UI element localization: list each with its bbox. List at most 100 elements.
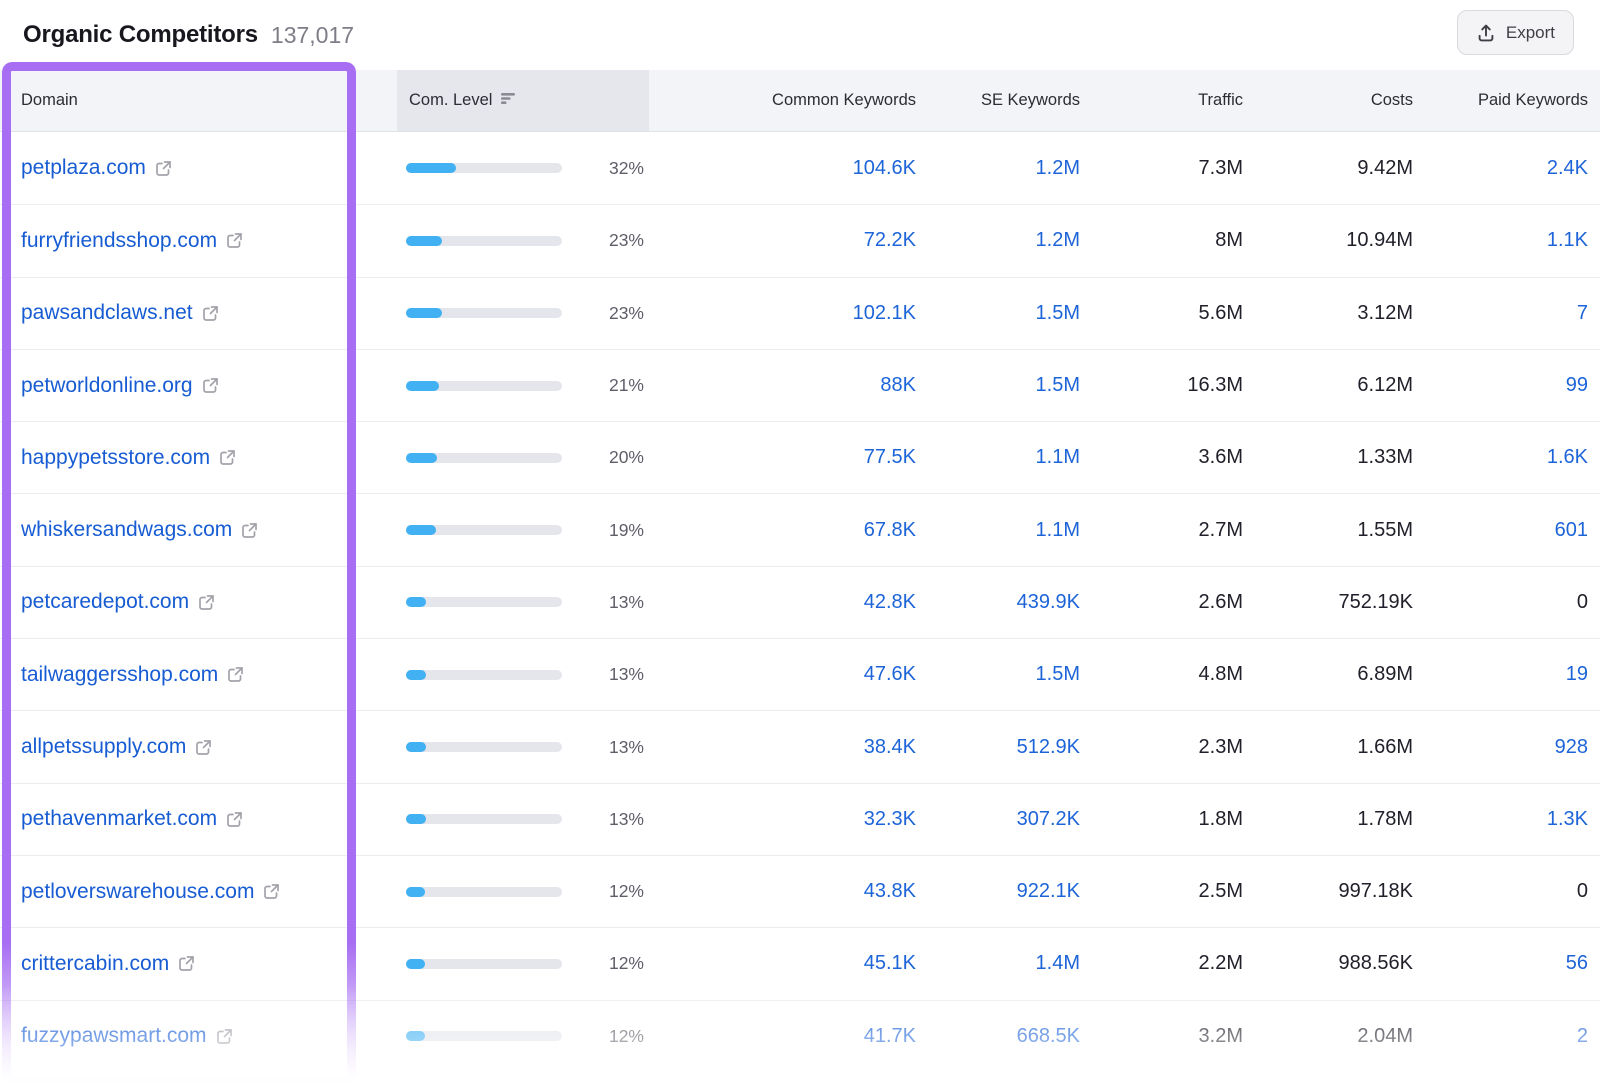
domain-link[interactable]: fuzzypawsmart.com (21, 1024, 207, 1048)
costs-value: 997.18K (1338, 880, 1413, 903)
column-header-se-keywords[interactable]: SE Keywords (916, 70, 1080, 131)
competition-level-bar-fill (406, 670, 426, 680)
domain-link[interactable]: petloverswarehouse.com (21, 880, 254, 904)
column-header-costs[interactable]: Costs (1243, 70, 1413, 131)
competition-level-bar-fill (406, 742, 426, 752)
external-link-icon[interactable] (178, 955, 195, 972)
paid-keywords-value[interactable]: 601 (1555, 519, 1588, 542)
common-keywords-value[interactable]: 67.8K (864, 519, 916, 542)
se-keywords-value[interactable]: 1.2M (1036, 157, 1080, 180)
se-keywords-value[interactable]: 1.5M (1036, 374, 1080, 397)
traffic-value: 2.5M (1199, 880, 1243, 903)
common-keywords-value[interactable]: 41.7K (864, 1025, 916, 1048)
competition-level-percent: 12% (609, 881, 644, 902)
paid-keywords-value[interactable]: 2 (1577, 1025, 1588, 1048)
common-keywords-value[interactable]: 38.4K (864, 736, 916, 759)
table-row: pethavenmarket.com 13% 32.3K 307.2K 1.8M… (0, 783, 1600, 855)
paid-keywords-value[interactable]: 928 (1555, 736, 1588, 759)
common-keywords-value[interactable]: 47.6K (864, 663, 916, 686)
common-keywords-value[interactable]: 77.5K (864, 446, 916, 469)
se-keywords-value[interactable]: 1.5M (1036, 663, 1080, 686)
se-keywords-value[interactable]: 307.2K (1017, 808, 1080, 831)
domain-link[interactable]: happypetsstore.com (21, 446, 210, 470)
paid-keywords-value[interactable]: 99 (1566, 374, 1588, 397)
external-link-icon[interactable] (226, 811, 243, 828)
external-link-icon[interactable] (227, 666, 244, 683)
domain-link[interactable]: pethavenmarket.com (21, 807, 217, 831)
column-header-com-level[interactable]: Com. Level (356, 70, 649, 131)
costs-value: 2.04M (1357, 1025, 1413, 1048)
se-keywords-value[interactable]: 1.4M (1036, 952, 1080, 975)
paid-keywords-value[interactable]: 1.1K (1547, 229, 1588, 252)
se-keywords-value[interactable]: 1.1M (1036, 446, 1080, 469)
table-row: furryfriendsshop.com 23% 72.2K 1.2M 8M 1… (0, 204, 1600, 276)
column-header-common-keywords[interactable]: Common Keywords (649, 70, 916, 131)
external-link-icon[interactable] (241, 522, 258, 539)
domain-link[interactable]: whiskersandwags.com (21, 518, 232, 542)
domain-link[interactable]: crittercabin.com (21, 952, 169, 976)
common-keywords-value[interactable]: 72.2K (864, 229, 916, 252)
domain-link[interactable]: pawsandclaws.net (21, 301, 193, 325)
se-keywords-value[interactable]: 1.1M (1036, 519, 1080, 542)
se-keywords-value[interactable]: 668.5K (1017, 1025, 1080, 1048)
se-keywords-value[interactable]: 1.5M (1036, 302, 1080, 325)
competition-level-percent: 23% (609, 230, 644, 251)
costs-value: 3.12M (1357, 302, 1413, 325)
external-link-icon[interactable] (219, 449, 236, 466)
paid-keywords-value[interactable]: 1.3K (1547, 808, 1588, 831)
costs-value: 6.89M (1357, 663, 1413, 686)
common-keywords-value[interactable]: 104.6K (853, 157, 916, 180)
competition-level-bar (406, 453, 562, 463)
column-header-domain[interactable]: Domain (0, 70, 356, 131)
column-header-paid-keywords[interactable]: Paid Keywords (1413, 70, 1588, 131)
external-link-icon[interactable] (195, 739, 212, 756)
domain-link[interactable]: allpetssupply.com (21, 735, 186, 759)
paid-keywords-value[interactable]: 1.6K (1547, 446, 1588, 469)
domain-link[interactable]: petcaredepot.com (21, 590, 189, 614)
competition-level-percent: 13% (609, 664, 644, 685)
paid-keywords-value[interactable]: 56 (1566, 952, 1588, 975)
se-keywords-value[interactable]: 512.9K (1017, 736, 1080, 759)
external-link-icon[interactable] (155, 160, 172, 177)
domain-link[interactable]: tailwaggersshop.com (21, 663, 218, 687)
se-keywords-value[interactable]: 922.1K (1017, 880, 1080, 903)
external-link-icon[interactable] (198, 594, 215, 611)
competition-level-bar-fill (406, 381, 439, 391)
se-keywords-value[interactable]: 439.9K (1017, 591, 1080, 614)
column-header-traffic[interactable]: Traffic (1080, 70, 1243, 131)
table-row: petworldonline.org 21% 88K 1.5M 16.3M 6.… (0, 349, 1600, 421)
common-keywords-value[interactable]: 45.1K (864, 952, 916, 975)
table-row: fuzzypawsmart.com 12% 41.7K 668.5K 3.2M … (0, 1000, 1600, 1072)
common-keywords-value[interactable]: 88K (880, 374, 916, 397)
export-button[interactable]: Export (1457, 10, 1574, 55)
costs-value: 6.12M (1357, 374, 1413, 397)
competition-level-bar (406, 814, 562, 824)
paid-keywords-value[interactable]: 7 (1577, 302, 1588, 325)
domain-link[interactable]: furryfriendsshop.com (21, 229, 217, 253)
external-link-icon[interactable] (202, 377, 219, 394)
competition-level-bar (406, 308, 562, 318)
external-link-icon[interactable] (226, 232, 243, 249)
export-button-label: Export (1506, 23, 1555, 43)
paid-keywords-value[interactable]: 19 (1566, 663, 1588, 686)
common-keywords-value[interactable]: 32.3K (864, 808, 916, 831)
competition-level-percent: 12% (609, 953, 644, 974)
common-keywords-value[interactable]: 42.8K (864, 591, 916, 614)
external-link-icon[interactable] (216, 1028, 233, 1045)
sort-descending-icon (501, 91, 517, 110)
table-row: whiskersandwags.com 19% 67.8K 1.1M 2.7M … (0, 493, 1600, 565)
competition-level-percent: 12% (609, 1026, 644, 1047)
paid-keywords-value: 0 (1577, 591, 1588, 614)
domain-link[interactable]: petplaza.com (21, 156, 146, 180)
common-keywords-value[interactable]: 102.1K (853, 302, 916, 325)
paid-keywords-value[interactable]: 2.4K (1547, 157, 1588, 180)
se-keywords-value[interactable]: 1.2M (1036, 229, 1080, 252)
common-keywords-value[interactable]: 43.8K (864, 880, 916, 903)
external-link-icon[interactable] (202, 305, 219, 322)
traffic-value: 2.2M (1199, 952, 1243, 975)
table-row: petcaredepot.com 13% 42.8K 439.9K 2.6M 7… (0, 566, 1600, 638)
external-link-icon[interactable] (263, 883, 280, 900)
competition-level-bar-fill (406, 959, 425, 969)
competition-level-bar-fill (406, 525, 436, 535)
domain-link[interactable]: petworldonline.org (21, 374, 193, 398)
